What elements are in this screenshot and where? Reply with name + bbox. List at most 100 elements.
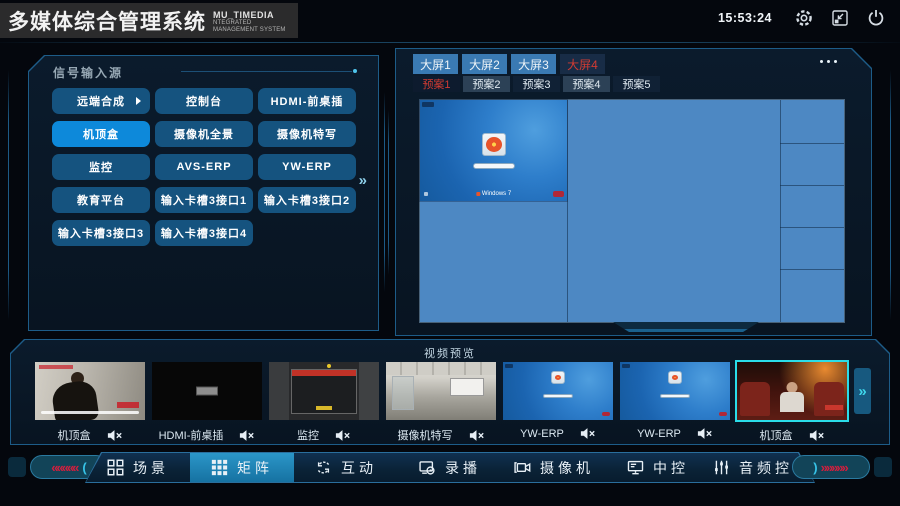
input-source-button[interactable]: 输入卡槽3接口2: [258, 187, 356, 213]
input-source-button[interactable]: 输入卡槽3接口3: [52, 220, 150, 246]
app-subtitle: MU_TIMEDIA NTEGRATED MANAGEMENT SYSTEM: [213, 10, 298, 34]
preview-item[interactable]: YW-ERP: [503, 362, 613, 440]
input-source-button[interactable]: 监控: [52, 154, 150, 180]
nav-tab-recording[interactable]: 录播: [398, 453, 502, 482]
camera-icon: [514, 459, 531, 476]
preview-thumbnail[interactable]: [620, 362, 730, 420]
screen-tab[interactable]: 大屏1: [413, 54, 458, 74]
input-source-button[interactable]: 远端合成: [52, 88, 150, 114]
nav-tab-label: 录播: [445, 458, 481, 478]
nav-tab-label: 场景: [133, 458, 169, 478]
nav-tab-scene[interactable]: 场景: [86, 453, 190, 482]
windows-shutdown-button: [553, 191, 564, 197]
mute-icon[interactable]: [107, 429, 123, 442]
preview-next-page-button[interactable]: »: [854, 368, 871, 414]
input-source-button[interactable]: 输入卡槽3接口1: [155, 187, 253, 213]
audio-sliders-icon: [713, 459, 730, 476]
mute-icon[interactable]: [469, 429, 485, 442]
bottom-nav: 场景 矩阵 互动: [85, 452, 815, 483]
mute-icon[interactable]: [580, 427, 596, 440]
preset-tab[interactable]: 预案3: [513, 76, 560, 92]
input-source-button[interactable]: 控制台: [155, 88, 253, 114]
input-source-button-active[interactable]: 机顶盒: [52, 121, 150, 147]
preview-thumbnail[interactable]: [386, 362, 496, 420]
app-title: 多媒体综合管理系统: [8, 6, 206, 36]
input-source-label: YW-ERP: [282, 161, 332, 173]
input-source-button[interactable]: 摄像机全景: [155, 121, 253, 147]
input-source-grid: 远端合成 控制台 HDMI-前桌插 机顶盒 摄像机全景 摄像机特写 监控 AVS…: [52, 88, 362, 246]
preview-item[interactable]: 监控: [269, 362, 379, 443]
mid-decoration-line-1: [384, 92, 385, 292]
settings-icon[interactable]: [793, 7, 814, 28]
preview-thumbnail[interactable]: [503, 362, 613, 420]
preview-item[interactable]: YW-ERP: [620, 362, 730, 440]
preview-item[interactable]: HDMI-前桌插: [152, 362, 262, 443]
preview-thumbnail[interactable]: [737, 362, 847, 420]
input-source-button[interactable]: HDMI-前桌插: [258, 88, 356, 114]
preset-tab[interactable]: 预案5: [613, 76, 660, 92]
nav-tab-label: 摄像机: [540, 458, 594, 478]
app-subtitle-line2: NTEGRATED MANAGEMENT SYSTEM: [213, 20, 298, 34]
power-icon[interactable]: [865, 7, 886, 28]
submenu-arrow-icon: [136, 97, 141, 105]
input-source-button[interactable]: AVS-ERP: [155, 154, 253, 180]
nav-decoration-right: ) »»»»»: [792, 455, 870, 479]
screen-tab-label: 大屏2: [469, 56, 500, 73]
input-source-button[interactable]: 教育平台: [52, 187, 150, 213]
preset-tab[interactable]: 预案2: [463, 76, 510, 92]
preview-thumbnail[interactable]: [152, 362, 262, 420]
preview-item[interactable]: 摄像机特写: [386, 362, 496, 443]
preview-thumbnail[interactable]: [35, 362, 145, 420]
screen-tab[interactable]: 大屏3: [511, 54, 556, 74]
screen-tab-selected[interactable]: 大屏4: [560, 54, 605, 74]
video-preview-list: 机顶盒 HDMI-前桌插: [35, 362, 871, 443]
preset-tab-label: 预案1: [422, 76, 450, 92]
input-source-label: HDMI-前桌插: [271, 93, 344, 109]
collapse-panel-button[interactable]: »: [359, 172, 367, 189]
screen-tab[interactable]: 大屏2: [462, 54, 507, 74]
preview-label: 摄像机特写: [398, 427, 453, 443]
windows-password-field: [473, 163, 515, 169]
preview-item-selected[interactable]: 机顶盒: [737, 362, 847, 443]
mute-icon[interactable]: [335, 429, 351, 442]
input-source-label: 机顶盒: [83, 126, 119, 142]
title-decoration-line: [181, 71, 352, 72]
nav-tab-interaction[interactable]: 互动: [294, 453, 398, 482]
minimize-window-icon[interactable]: [829, 7, 850, 28]
preset-tab-selected[interactable]: 预案1: [413, 76, 460, 92]
nav-tab-matrix[interactable]: 矩阵: [190, 453, 294, 482]
double-chevron-icon: »: [359, 172, 367, 189]
input-source-label: 控制台: [186, 93, 222, 109]
input-source-label: 摄像机特写: [277, 126, 337, 142]
app-subtitle-line1: MU_TIMEDIA: [213, 10, 298, 20]
record-icon: [419, 459, 436, 476]
preview-label: 监控: [297, 427, 319, 443]
matrix-grid-icon: [211, 459, 228, 476]
preview-item[interactable]: 机顶盒: [35, 362, 145, 443]
input-source-button[interactable]: 输入卡槽3接口4: [155, 220, 253, 246]
preview-corner-controls: [422, 102, 434, 107]
screen-control-panel: 大屏1 大屏2 大屏3 大屏4 预案1 预案2 预案3 预案4 预案5: [395, 48, 872, 336]
cyan-arc-icon: ): [813, 460, 817, 475]
mute-icon[interactable]: [239, 429, 255, 442]
preview-thumbnail[interactable]: [269, 362, 379, 420]
mute-icon[interactable]: [809, 429, 825, 442]
mute-icon[interactable]: [697, 427, 713, 440]
wall-grid-line: [780, 269, 844, 270]
preset-tab[interactable]: 预案4: [563, 76, 610, 92]
input-source-button[interactable]: YW-ERP: [258, 154, 356, 180]
screen-tab-label: 大屏4: [567, 56, 598, 73]
nav-tab-camera[interactable]: 摄像机: [502, 453, 606, 482]
windows-user-avatar: [482, 133, 506, 156]
screen-tab-bar: 大屏1 大屏2 大屏3 大屏4: [413, 54, 605, 74]
video-wall-canvas[interactable]: Windows 7: [420, 100, 844, 322]
input-source-button[interactable]: 摄像机特写: [258, 121, 356, 147]
more-options-icon[interactable]: [820, 60, 837, 63]
input-source-label: 远端合成: [77, 93, 125, 109]
nav-tab-central-control[interactable]: 中控: [606, 453, 710, 482]
wall-cell-windows-preview[interactable]: Windows 7: [420, 100, 567, 201]
video-preview-strip-body: 视频预览 机顶盒: [11, 340, 889, 444]
input-source-label: 摄像机全景: [174, 126, 234, 142]
preview-label: 机顶盒: [58, 427, 91, 443]
input-source-label: 监控: [89, 159, 113, 175]
